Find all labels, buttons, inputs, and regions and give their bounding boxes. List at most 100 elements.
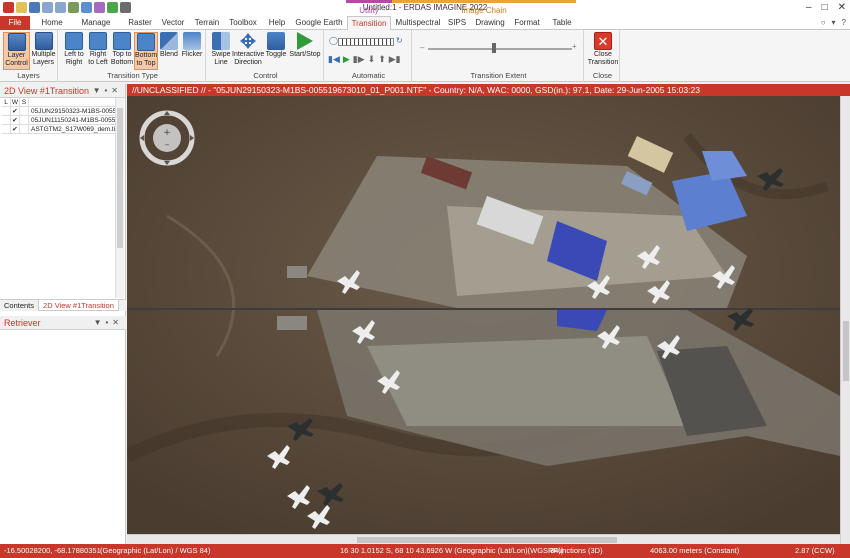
map-view[interactable]: + –	[127, 96, 840, 534]
tab-google-earth[interactable]: Google Earth	[294, 16, 344, 30]
ribbon-tabs: File Home Manage Data Raster Vector Terr…	[0, 16, 850, 41]
status-rotation: 2.87 (CCW)	[795, 546, 835, 555]
tab-table[interactable]: Table	[549, 16, 575, 30]
multiple-layers-icon	[34, 32, 53, 50]
context-tab-image-chain[interactable]: Image Chain	[392, 0, 576, 16]
bottom-to-top-button[interactable]: Bottom to Top	[134, 32, 158, 70]
direction-arrows-icon	[239, 32, 257, 50]
layer-control-button[interactable]: Layer Control	[3, 32, 30, 70]
blend-icon	[160, 32, 178, 50]
group-transition-extent: – + Transition Extent	[414, 30, 584, 82]
toggle-button[interactable]: Toggle	[264, 32, 288, 59]
tab-manage-data[interactable]: Manage Data	[72, 16, 120, 41]
tab-home[interactable]: Home	[38, 16, 66, 30]
minus-icon[interactable]: –	[420, 43, 424, 52]
status-coord-system: (Geographic (Lat/Lon) / WGS 84)	[100, 546, 211, 555]
tab-help[interactable]: Help	[266, 16, 288, 30]
left-to-right-icon	[65, 32, 83, 50]
close-transition-button[interactable]: ✕ Close Transition	[587, 32, 619, 67]
layer-row[interactable]: ✔ 05JUN11150241-M1BS-0055	[2, 116, 123, 125]
right-to-left-button[interactable]: Right to Left	[86, 32, 110, 67]
multiple-layers-button[interactable]: Multiple Layers	[30, 32, 57, 67]
group-transition-type: Left to Right Right to Left Top to Botto…	[60, 30, 206, 82]
step-icon[interactable]: ▮▶	[353, 54, 365, 65]
group-layers: Layer Control Multiple Layers Layers	[0, 30, 58, 82]
status-dms: 16 30 1.0152 S, 68 10 43.6926 W (Geograp…	[340, 546, 564, 555]
right-to-left-icon	[89, 32, 107, 50]
context-tab-utility[interactable]: Utility	[346, 0, 392, 16]
contents-scrollbar[interactable]	[115, 98, 124, 298]
up-icon[interactable]: ⬆	[378, 54, 386, 65]
down-icon[interactable]: ⬇	[368, 54, 376, 65]
vertical-scrollbar[interactable]	[840, 96, 850, 544]
contents-tabs: Contents 2D View #1Transition	[0, 299, 126, 311]
maximize-icon[interactable]: □	[822, 2, 828, 13]
tab-multispectral[interactable]: Multispectral	[394, 16, 442, 30]
transition-extent-thumb[interactable]	[492, 43, 496, 53]
tab-2d-view[interactable]: 2D View #1Transition	[38, 300, 119, 311]
interactive-direction-button[interactable]: Interactive Direction	[232, 32, 264, 67]
tab-contents[interactable]: Contents	[0, 300, 38, 311]
tab-vector[interactable]: Vector	[159, 16, 187, 30]
retriever-panel: Retriever ▼•✕	[0, 316, 126, 330]
swipe-line[interactable]	[127, 308, 840, 310]
retriever-buttons[interactable]: ▼•✕	[94, 316, 123, 330]
title-bar: Untitled:1 - ERDAS IMAGINE 2022 Utility …	[0, 0, 850, 16]
flicker-button[interactable]: Flicker	[180, 32, 204, 59]
first-frame-icon[interactable]: ▮◀	[328, 54, 340, 65]
satellite-image	[127, 96, 840, 534]
tab-raster[interactable]: Raster	[126, 16, 154, 30]
ribbon-options-icon[interactable]: ▾	[832, 18, 836, 27]
flicker-icon	[183, 32, 201, 50]
speed-icon[interactable]: ◯	[329, 36, 338, 45]
toggle-icon	[267, 32, 285, 50]
help-search-icon[interactable]: ○	[821, 18, 826, 27]
ribbon: Layer Control Multiple Layers Layers Lef…	[0, 30, 850, 82]
top-to-bottom-icon	[113, 32, 131, 50]
tab-sips[interactable]: SIPS	[446, 16, 468, 30]
layer-grid: L W S ✔ 05JUN29150323-M1BS-0055 ✔ 05JUN1…	[2, 98, 123, 134]
next-icon[interactable]: ▶▮	[389, 54, 401, 65]
status-functions: RFunctions (3D)	[548, 546, 603, 555]
status-scale: 4063.00 meters (Constant)	[650, 546, 740, 555]
tab-format[interactable]: Format	[512, 16, 542, 30]
tab-toolbox[interactable]: Toolbox	[227, 16, 259, 30]
group-close: ✕ Close Transition Close	[586, 30, 620, 82]
minimize-icon[interactable]: –	[806, 2, 812, 13]
tab-transition[interactable]: Transition	[347, 16, 391, 31]
panel-buttons[interactable]: ▼•✕	[93, 84, 122, 98]
start-stop-button[interactable]: Start/Stop	[288, 32, 322, 59]
layer-row[interactable]: ✔ ASTGTM2_S17W069_dem.tif	[2, 125, 123, 134]
svg-text:–: –	[165, 140, 170, 150]
left-to-right-button[interactable]: Left to Right	[62, 32, 86, 67]
blend-button[interactable]: Blend	[158, 32, 180, 59]
close-window-icon[interactable]: ✕	[838, 2, 846, 13]
navigation-control[interactable]: + –	[139, 110, 195, 166]
view-header: //UNCLASSIFIED // - "05JUN29150323-M1BS-…	[127, 84, 850, 96]
tab-file[interactable]: File	[0, 16, 30, 30]
status-bar: -16.50028200, -68.17880351 (Geographic (…	[0, 544, 850, 558]
loop-icon[interactable]: ↻	[396, 36, 403, 45]
contents-panel-header: 2D View #1Transition ▼•✕	[0, 84, 125, 98]
close-icon: ✕	[594, 32, 612, 50]
group-control: Swipe Line Interactive Direction Toggle …	[208, 30, 324, 82]
swipe-line-button[interactable]: Swipe Line	[210, 32, 232, 67]
swipe-line-icon	[212, 32, 230, 50]
contents-panel: 2D View #1Transition ▼•✕ L W S ✔ 05JUN29…	[0, 84, 126, 544]
speed-slider[interactable]	[338, 38, 394, 46]
play-small-icon[interactable]: ▶	[343, 54, 350, 65]
layer-row[interactable]: ✔ 05JUN29150323-M1BS-0055	[2, 107, 123, 116]
play-icon	[297, 32, 313, 50]
svg-text:+: +	[163, 128, 171, 138]
transition-extent-slider[interactable]	[428, 48, 572, 50]
help-icon[interactable]: ?	[842, 18, 846, 27]
layer-control-icon	[7, 33, 26, 51]
tab-drawing[interactable]: Drawing	[475, 16, 505, 30]
top-to-bottom-button[interactable]: Top to Bottom	[110, 32, 134, 67]
bottom-to-top-icon	[137, 33, 155, 51]
group-automatic: ◯ ↻ ▮◀ ▶ ▮▶ ⬇ ⬆ ▶▮ Automatic	[326, 30, 412, 82]
plus-icon[interactable]: +	[572, 42, 577, 51]
tab-terrain[interactable]: Terrain	[192, 16, 222, 30]
horizontal-scrollbar[interactable]	[127, 534, 840, 544]
status-coords: -16.50028200, -68.17880351	[4, 546, 101, 555]
